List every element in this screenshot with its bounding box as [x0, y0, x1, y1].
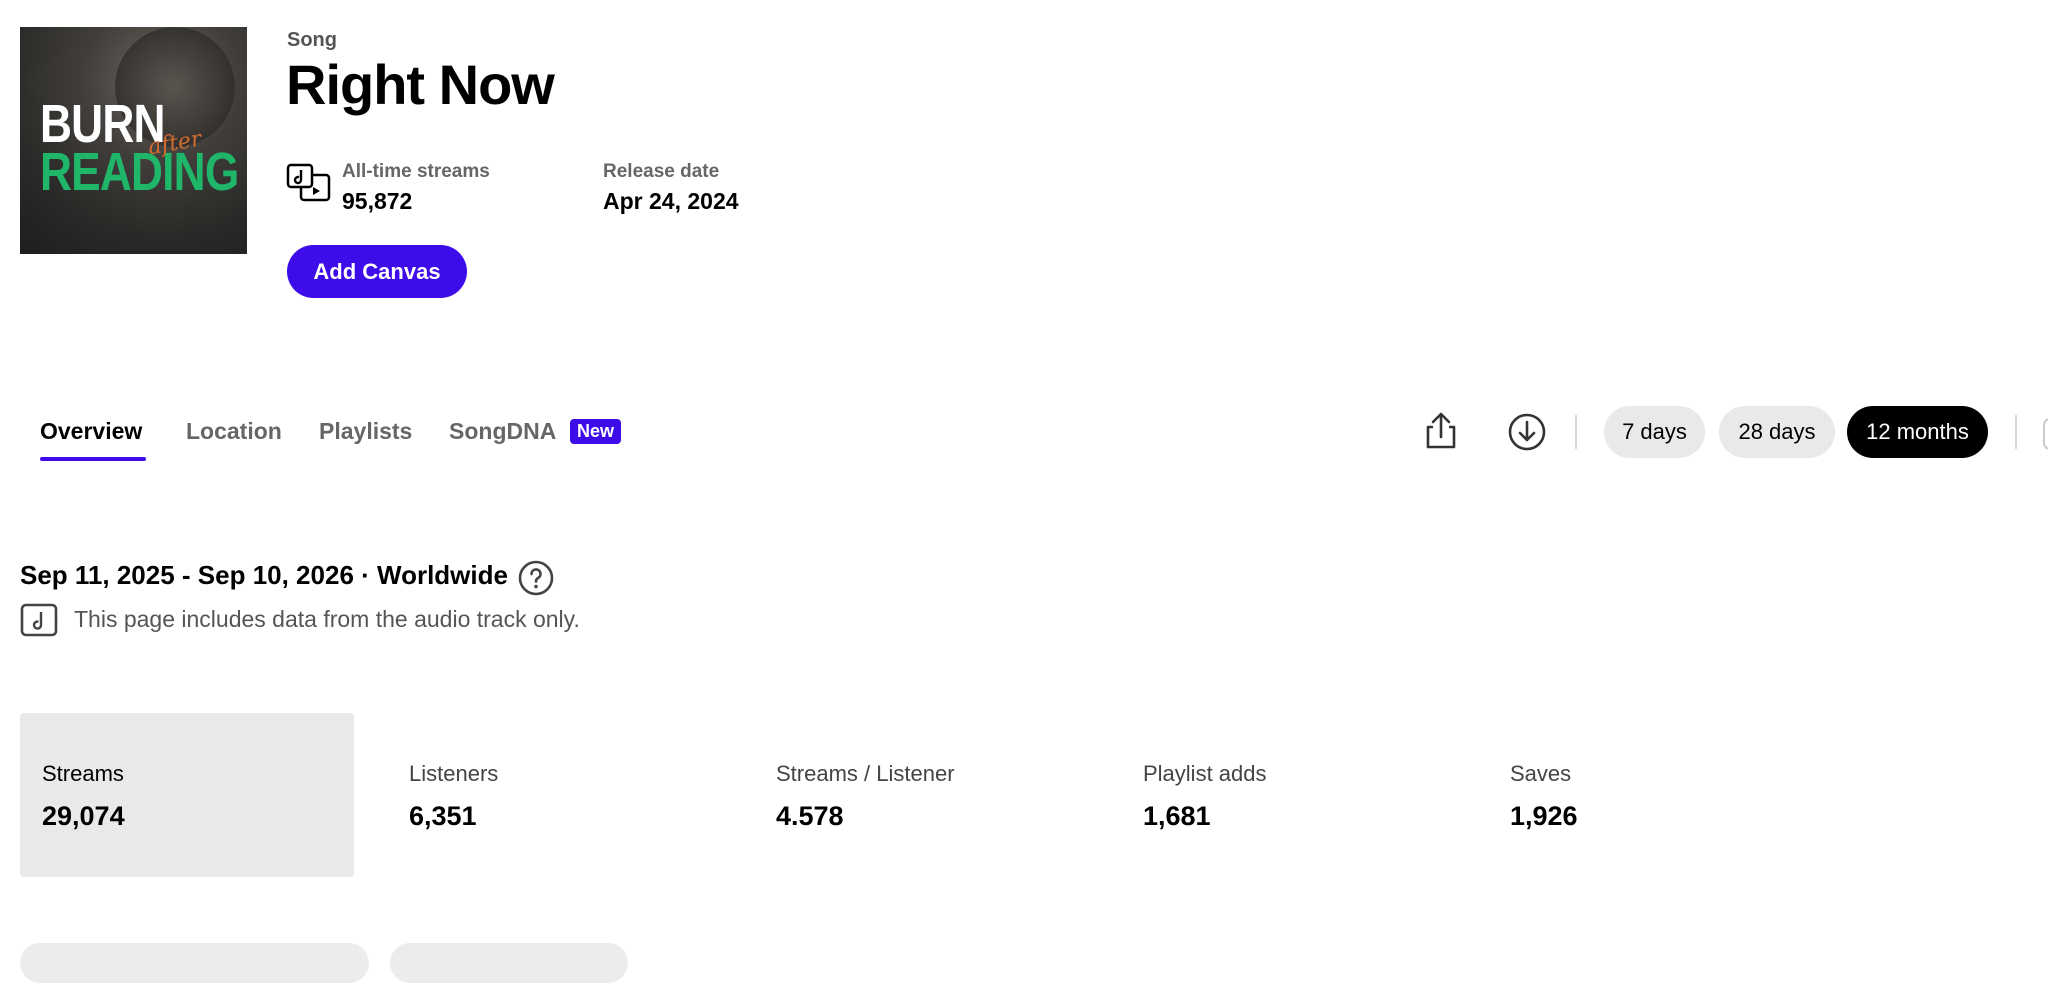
- release-date-label: Release date: [603, 161, 720, 182]
- metric-value: 1,926: [1510, 801, 1578, 831]
- tab-location[interactable]: Location: [186, 418, 282, 445]
- overflow-control-edge[interactable]: [2043, 418, 2048, 450]
- help-icon[interactable]: [518, 560, 554, 596]
- metric-card-saves[interactable]: Saves 1,926: [1488, 713, 1822, 877]
- range-12-months[interactable]: 12 months: [1847, 406, 1988, 458]
- metric-card-streams-per-listener[interactable]: Streams / Listener 4.578: [754, 713, 1088, 877]
- chart-option-dropdown[interactable]: [20, 943, 369, 983]
- entity-kind-label: Song: [287, 29, 337, 51]
- date-range-heading: Sep 11, 2025 - Sep 10, 2026 · Worldwide: [20, 560, 508, 590]
- audio-video-icon: [286, 163, 331, 202]
- metric-value: 4.578: [776, 801, 844, 831]
- cover-title-line2: READING: [40, 142, 239, 202]
- metric-card-streams[interactable]: Streams 29,074: [20, 713, 354, 877]
- range-28-days[interactable]: 28 days: [1719, 406, 1835, 458]
- tab-playlists[interactable]: Playlists: [319, 418, 412, 445]
- audio-track-icon: [20, 603, 58, 637]
- metric-value: 1,681: [1143, 801, 1211, 831]
- active-tab-indicator: [40, 457, 146, 461]
- metric-value: 29,074: [42, 801, 125, 831]
- metric-label: Streams / Listener: [776, 761, 955, 786]
- tab-songdna[interactable]: SongDNA: [449, 418, 556, 445]
- toolbar-divider-right: [2015, 415, 2017, 449]
- album-cover: BURN READING after: [20, 27, 247, 254]
- toolbar-divider: [1575, 415, 1577, 449]
- range-7-days[interactable]: 7 days: [1604, 406, 1705, 458]
- metric-label: Streams: [42, 761, 124, 786]
- all-time-streams-value: 95,872: [342, 188, 413, 214]
- metric-label: Listeners: [409, 761, 499, 786]
- release-date-value: Apr 24, 2024: [603, 188, 739, 214]
- chart-compare-button[interactable]: [390, 943, 628, 983]
- new-badge: New: [570, 419, 622, 444]
- share-icon[interactable]: [1421, 411, 1461, 451]
- metric-label: Saves: [1510, 761, 1572, 786]
- metric-label: Playlist adds: [1143, 761, 1267, 786]
- download-icon[interactable]: [1507, 412, 1547, 452]
- all-time-streams-label: All-time streams: [342, 161, 490, 182]
- page-title: Right Now: [286, 53, 555, 116]
- audio-only-note: This page includes data from the audio t…: [74, 606, 580, 632]
- metric-card-listeners[interactable]: Listeners 6,351: [387, 713, 721, 877]
- add-canvas-button[interactable]: Add Canvas: [287, 245, 467, 298]
- metric-card-playlist-adds[interactable]: Playlist adds 1,681: [1121, 713, 1455, 877]
- metric-value: 6,351: [409, 801, 477, 831]
- tab-overview[interactable]: Overview: [40, 418, 142, 445]
